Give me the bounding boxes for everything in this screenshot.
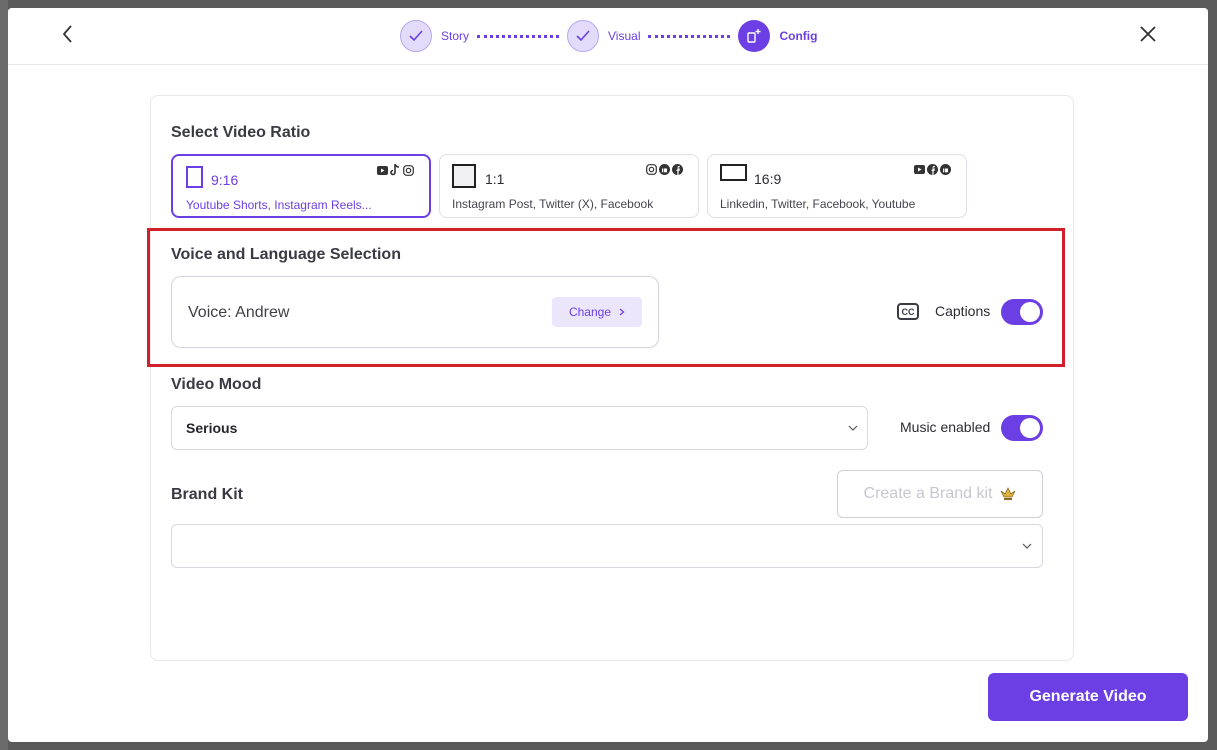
voice-selector: Voice: Andrew Change [171,276,659,348]
step-config-circle [738,20,771,52]
step-visual-circle [567,20,600,52]
step-connector [648,34,731,38]
ratio-platforms: Linkedin, Twitter, Facebook, Youtube [720,197,916,211]
generate-video-button[interactable]: Generate Video [988,673,1188,721]
square-ratio-icon [452,164,476,188]
step-story-circle [400,20,432,52]
create-brand-kit-button[interactable]: Create a Brand kit [837,470,1043,518]
captions-cc-icon: CC [897,303,919,320]
platform-icons [913,163,951,175]
toggle-knob [1020,302,1040,322]
ratio-option-1-1[interactable]: 1:1 Instagram Post, Twitter (X), Faceboo… [439,154,699,218]
instagram-icon [402,164,414,176]
page-backdrop [0,0,8,750]
tiktok-icon [389,164,401,176]
step-story[interactable]: Story [400,20,469,52]
facebook-icon [926,163,938,175]
close-icon [1140,26,1156,42]
ratio-option-16-9[interactable]: 16:9 Linkedin, Twitter, Facebook, Youtub… [707,154,967,218]
music-label: Music enabled [900,419,991,435]
step-story-label: Story [441,29,470,43]
captions-label: Captions [935,303,991,319]
create-brand-kit-label: Create a Brand kit [863,485,993,502]
platform-icons [376,164,414,176]
back-button[interactable] [56,22,80,46]
crown-icon [1001,487,1016,500]
ratio-label: 16:9 [754,171,782,187]
youtube-icon [913,163,925,175]
step-visual[interactable]: Visual [567,20,640,52]
voice-value: Voice: Andrew [188,304,290,321]
step-config[interactable]: Config [738,20,817,52]
stepper: Story Visual Config [400,19,817,53]
close-button[interactable] [1136,22,1160,46]
ratio-option-9-16[interactable]: 9:16 Youtube Shorts, Instagram Reels... [171,154,431,218]
toggle-knob [1020,418,1040,438]
brand-section-title: Brand Kit [171,486,243,503]
chevron-down-icon [848,425,858,431]
ratio-section-title: Select Video Ratio [171,124,311,141]
ratio-label: 9:16 [211,172,239,188]
mood-select[interactable]: Serious [171,406,868,450]
platform-icons [645,163,683,175]
ratio-label: 1:1 [485,171,505,187]
linkedin-icon [939,163,951,175]
instagram-icon [645,163,657,175]
chevron-right-icon [619,308,625,316]
step-visual-label: Visual [608,29,641,43]
brand-kit-select[interactable] [171,524,1043,568]
change-voice-button[interactable]: Change [552,297,642,327]
mood-section-title: Video Mood [171,376,262,393]
portrait-ratio-icon [186,166,203,188]
chevron-left-icon [62,25,72,43]
facebook-icon [671,163,683,175]
voice-section-title: Voice and Language Selection [171,246,401,263]
check-icon [576,30,590,42]
step-connector [477,34,560,38]
modal-header: Story Visual Config [8,8,1208,65]
config-card: Select Video Ratio 9:16 Youtube Shorts, … [150,95,1074,661]
config-sparkle-icon [747,29,761,43]
youtube-icon [376,164,388,176]
landscape-ratio-icon [720,164,747,181]
check-icon [409,30,423,42]
mood-selected-value: Serious [186,420,238,436]
step-config-label: Config [779,29,818,43]
config-modal: Story Visual Config Select Video Ratio 9… [8,8,1208,742]
ratio-platforms: Instagram Post, Twitter (X), Facebook [452,197,654,211]
captions-toggle[interactable] [1001,299,1043,325]
ratio-platforms: Youtube Shorts, Instagram Reels... [186,198,372,212]
chevron-down-icon [1022,543,1032,549]
change-label: Change [568,305,612,319]
linkedin-icon [658,163,670,175]
music-toggle[interactable] [1001,415,1043,441]
